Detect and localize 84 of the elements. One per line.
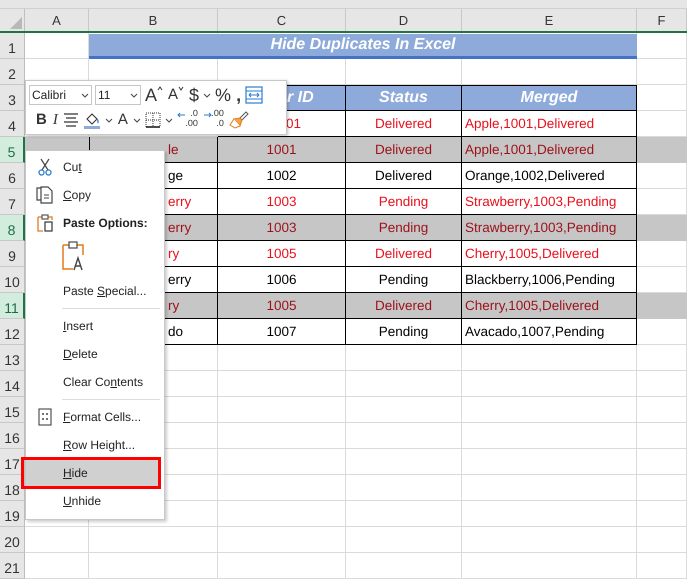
row-header[interactable]: 15: [0, 397, 25, 423]
table-cell: Cherry,1005,Delivered: [462, 293, 637, 319]
fill-color-icon[interactable]: [82, 111, 101, 129]
row-header[interactable]: 10: [0, 267, 25, 293]
row-header[interactable]: 12: [0, 319, 25, 345]
row-header[interactable]: 8: [0, 215, 25, 241]
row-header[interactable]: 17: [0, 449, 25, 475]
scissors-icon: [36, 158, 54, 176]
row-header[interactable]: 14: [0, 371, 25, 397]
column-heading: Status: [346, 85, 462, 111]
font-color-button[interactable]: A: [116, 111, 129, 129]
table-cell: 1001: [218, 137, 346, 163]
table-cell: Avacado,1007,Pending: [462, 319, 637, 345]
menu-item[interactable]: Row Height...: [26, 431, 164, 459]
row-header[interactable]: 19: [0, 501, 25, 527]
table-cell: Pending: [346, 319, 462, 345]
arrow-icon: [176, 112, 186, 118]
row-header[interactable]: 3: [0, 85, 25, 111]
table-cell: Apple,1001,Delivered: [462, 137, 637, 163]
comma-style-button[interactable]: ,: [235, 86, 242, 104]
column-header[interactable]: D: [346, 9, 462, 31]
format-cells-icon: [36, 408, 54, 426]
clipboard-icon: [36, 214, 54, 232]
row-header[interactable]: 1: [0, 33, 25, 59]
row-header[interactable]: 6: [0, 163, 25, 189]
table-cell: Strawberry,1003,Pending: [462, 215, 637, 241]
dropdown-icon[interactable]: [132, 118, 141, 122]
bold-button[interactable]: B: [35, 111, 48, 129]
table-cell: Delivered: [346, 293, 462, 319]
table-cell: Delivered: [346, 241, 462, 267]
triangle-icon: [10, 17, 22, 29]
currency-button[interactable]: $: [188, 86, 200, 104]
row-header[interactable]: 2: [0, 59, 25, 85]
merge-center-icon[interactable]: [245, 86, 264, 104]
row-header[interactable]: 20: [0, 527, 25, 553]
dropdown-icon[interactable]: [164, 118, 173, 122]
row-header[interactable]: 11: [0, 293, 25, 319]
table-cell: 1003: [218, 215, 346, 241]
shrink-font-button[interactable]: A: [167, 86, 186, 104]
copy-icon: [36, 186, 54, 204]
dropdown-icon[interactable]: [81, 92, 89, 98]
table-cell: 1005: [218, 293, 346, 319]
table-cell: Orange,1002,Delivered: [462, 163, 637, 189]
row-header[interactable]: 21: [0, 553, 25, 579]
grow-font-button[interactable]: A: [144, 86, 164, 104]
row-header[interactable]: 4: [0, 111, 25, 137]
decrease-decimal-button[interactable]: .0 .00: [176, 110, 199, 130]
table-cell: Pending: [346, 215, 462, 241]
dropdown-icon[interactable]: [130, 92, 138, 98]
row-header[interactable]: 18: [0, 475, 25, 501]
menu-item[interactable]: Clear Contents: [26, 368, 164, 396]
align-center-icon[interactable]: [62, 113, 79, 127]
menu-item[interactable]: Format Cells...: [26, 403, 164, 431]
borders-icon[interactable]: [144, 112, 161, 128]
caret-icon: [157, 86, 164, 91]
menu-item[interactable]: Unhide: [26, 487, 164, 515]
italic-button[interactable]: I: [52, 111, 59, 129]
table-cell: 1007: [218, 319, 346, 345]
paintbrush-icon[interactable]: [228, 111, 249, 129]
font-size-field[interactable]: 11: [95, 85, 141, 105]
table-cell: 1005: [218, 241, 346, 267]
column-header[interactable]: F: [637, 9, 687, 31]
sheet-title: Hide Duplicates In Excel: [89, 34, 637, 59]
dropdown-icon[interactable]: [104, 118, 113, 122]
row-header[interactable]: 9: [0, 241, 25, 267]
column-header[interactable]: A: [25, 9, 89, 31]
arrow-icon: [202, 112, 212, 118]
menu-item[interactable]: Hide: [26, 459, 158, 487]
column-header[interactable]: E: [462, 9, 637, 31]
table-cell: Cherry,1005,Delivered: [462, 241, 637, 267]
table-cell: 1002: [218, 163, 346, 189]
row-header[interactable]: 13: [0, 345, 25, 371]
caret-icon: [178, 86, 184, 91]
column-header[interactable]: B: [89, 9, 218, 31]
table-cell: Delivered: [346, 137, 462, 163]
row-header[interactable]: 5: [0, 137, 25, 163]
selected-row[interactable]: 5 le 1001 Delivered Apple,1001,Delivered: [0, 137, 687, 163]
table-cell: Delivered: [346, 163, 462, 189]
row-header[interactable]: 16: [0, 423, 25, 449]
dropdown-icon[interactable]: [203, 92, 212, 98]
column-heading: Merged: [462, 85, 637, 111]
font-field[interactable]: Calibri: [29, 85, 92, 105]
row-header[interactable]: 7: [0, 189, 25, 215]
column-header[interactable]: C: [218, 9, 346, 31]
